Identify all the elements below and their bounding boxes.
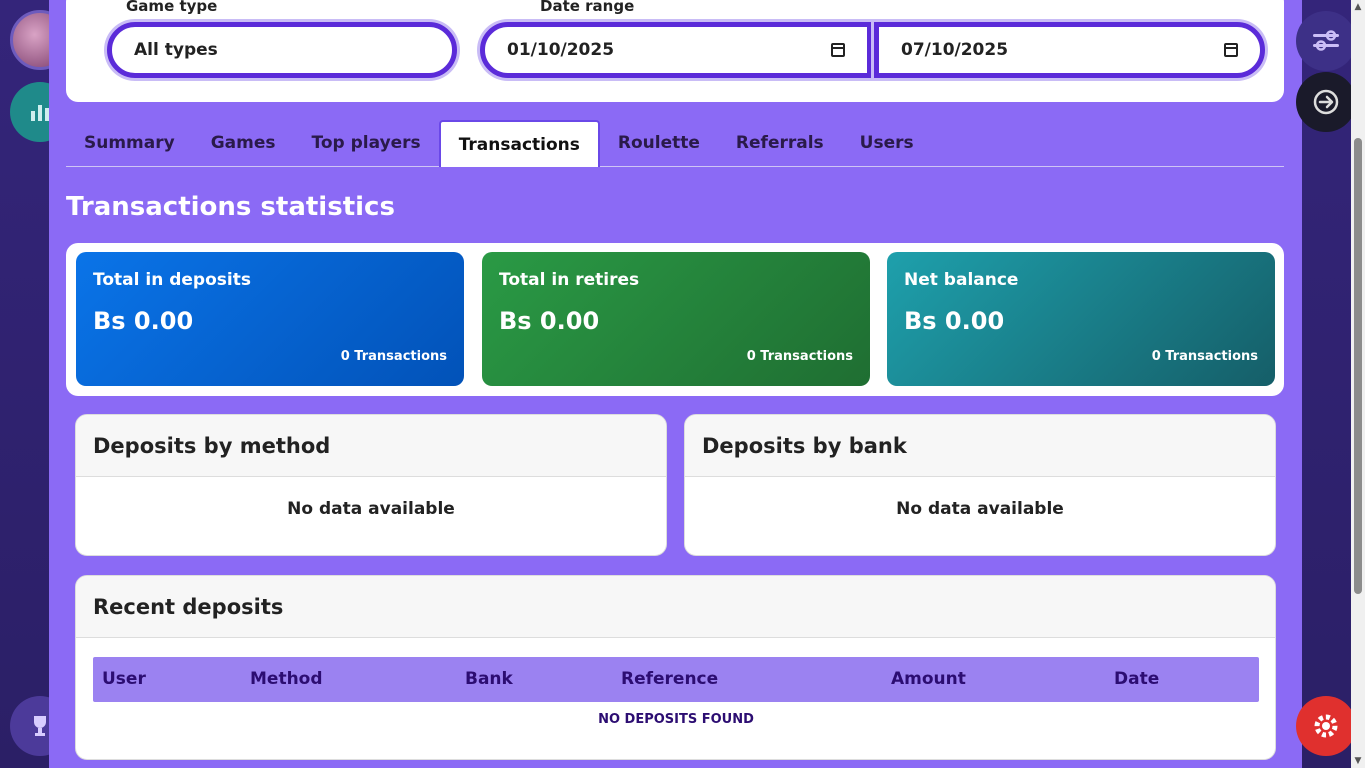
date-from-input[interactable]: 01/10/2025 [480,22,872,78]
date-to-input[interactable]: 07/10/2025 [874,22,1265,78]
tab-referrals[interactable]: Referrals [718,120,842,167]
card-value: Bs 0.00 [93,307,194,335]
empty-message: No data available [287,499,455,519]
deposits-card: Total in deposits Bs 0.00 0 Transactions [76,252,464,386]
empty-message: No data available [896,499,1064,519]
page-scrollbar[interactable]: ▲ ▼ [1351,0,1365,768]
net-balance-card: Net balance Bs 0.00 0 Transactions [887,252,1275,386]
column-header-method[interactable]: Method [250,657,323,702]
column-header-bank[interactable]: Bank [465,657,513,702]
retires-card: Total in retires Bs 0.00 0 Transactions [482,252,870,386]
calendar-icon[interactable] [831,43,845,57]
scroll-thumb[interactable] [1354,138,1362,594]
card-title: Net balance [904,270,1019,290]
card-count: 0 Transactions [340,349,447,364]
stats-tabs: Summary Games Top players Transactions R… [66,120,1284,167]
panel-title: Deposits by bank [685,415,1275,477]
main-panel: Game type All types Date range 01/10/202… [49,0,1303,768]
empty-table-message: NO DEPOSITS FOUND [598,712,754,727]
logout-button[interactable] [1296,72,1356,132]
filter-card: Game type All types Date range 01/10/202… [66,0,1284,102]
column-header-amount[interactable]: Amount [891,657,966,702]
panel-title: Recent deposits [76,576,1275,638]
card-title: Total in retires [499,270,640,290]
tab-roulette[interactable]: Roulette [600,120,718,167]
section-title: Transactions statistics [66,192,395,222]
calendar-icon[interactable] [1224,43,1238,57]
summary-cards: Total in deposits Bs 0.00 0 Transactions… [66,243,1284,396]
card-value: Bs 0.00 [904,307,1005,335]
tab-games[interactable]: Games [193,120,294,167]
panel-title: Deposits by method [76,415,666,477]
card-value: Bs 0.00 [499,307,600,335]
game-type-select[interactable]: All types [107,22,457,78]
settings-button[interactable] [1296,696,1356,756]
card-count: 0 Transactions [746,349,853,364]
date-to-value: 07/10/2025 [901,40,1009,60]
column-header-reference[interactable]: Reference [621,657,718,702]
sliders-icon [1313,30,1339,51]
game-type-label: Game type [126,0,218,15]
recent-deposits-panel: Recent deposits User Method Bank Referen… [75,575,1276,760]
card-count: 0 Transactions [1151,349,1258,364]
table-header: User Method Bank Reference Amount Date [93,657,1259,702]
tab-users[interactable]: Users [842,120,932,167]
deposits-by-method-panel: Deposits by method No data available [75,414,667,556]
scroll-up-arrow-icon[interactable]: ▲ [1353,2,1363,12]
tab-summary[interactable]: Summary [66,120,193,167]
tab-transactions[interactable]: Transactions [438,120,600,167]
date-from-value: 01/10/2025 [507,40,615,60]
arrow-right-circle-icon [1313,89,1339,115]
deposits-by-bank-panel: Deposits by bank No data available [684,414,1276,556]
filter-button[interactable] [1296,11,1356,71]
date-range-label: Date range [540,0,635,15]
scroll-down-arrow-icon[interactable]: ▼ [1353,756,1363,766]
tab-top-players[interactable]: Top players [294,120,439,167]
game-type-value: All types [134,40,218,60]
gear-icon [1314,714,1338,738]
column-header-date[interactable]: Date [1114,657,1159,702]
column-header-user[interactable]: User [102,657,146,702]
card-title: Total in deposits [93,270,251,290]
